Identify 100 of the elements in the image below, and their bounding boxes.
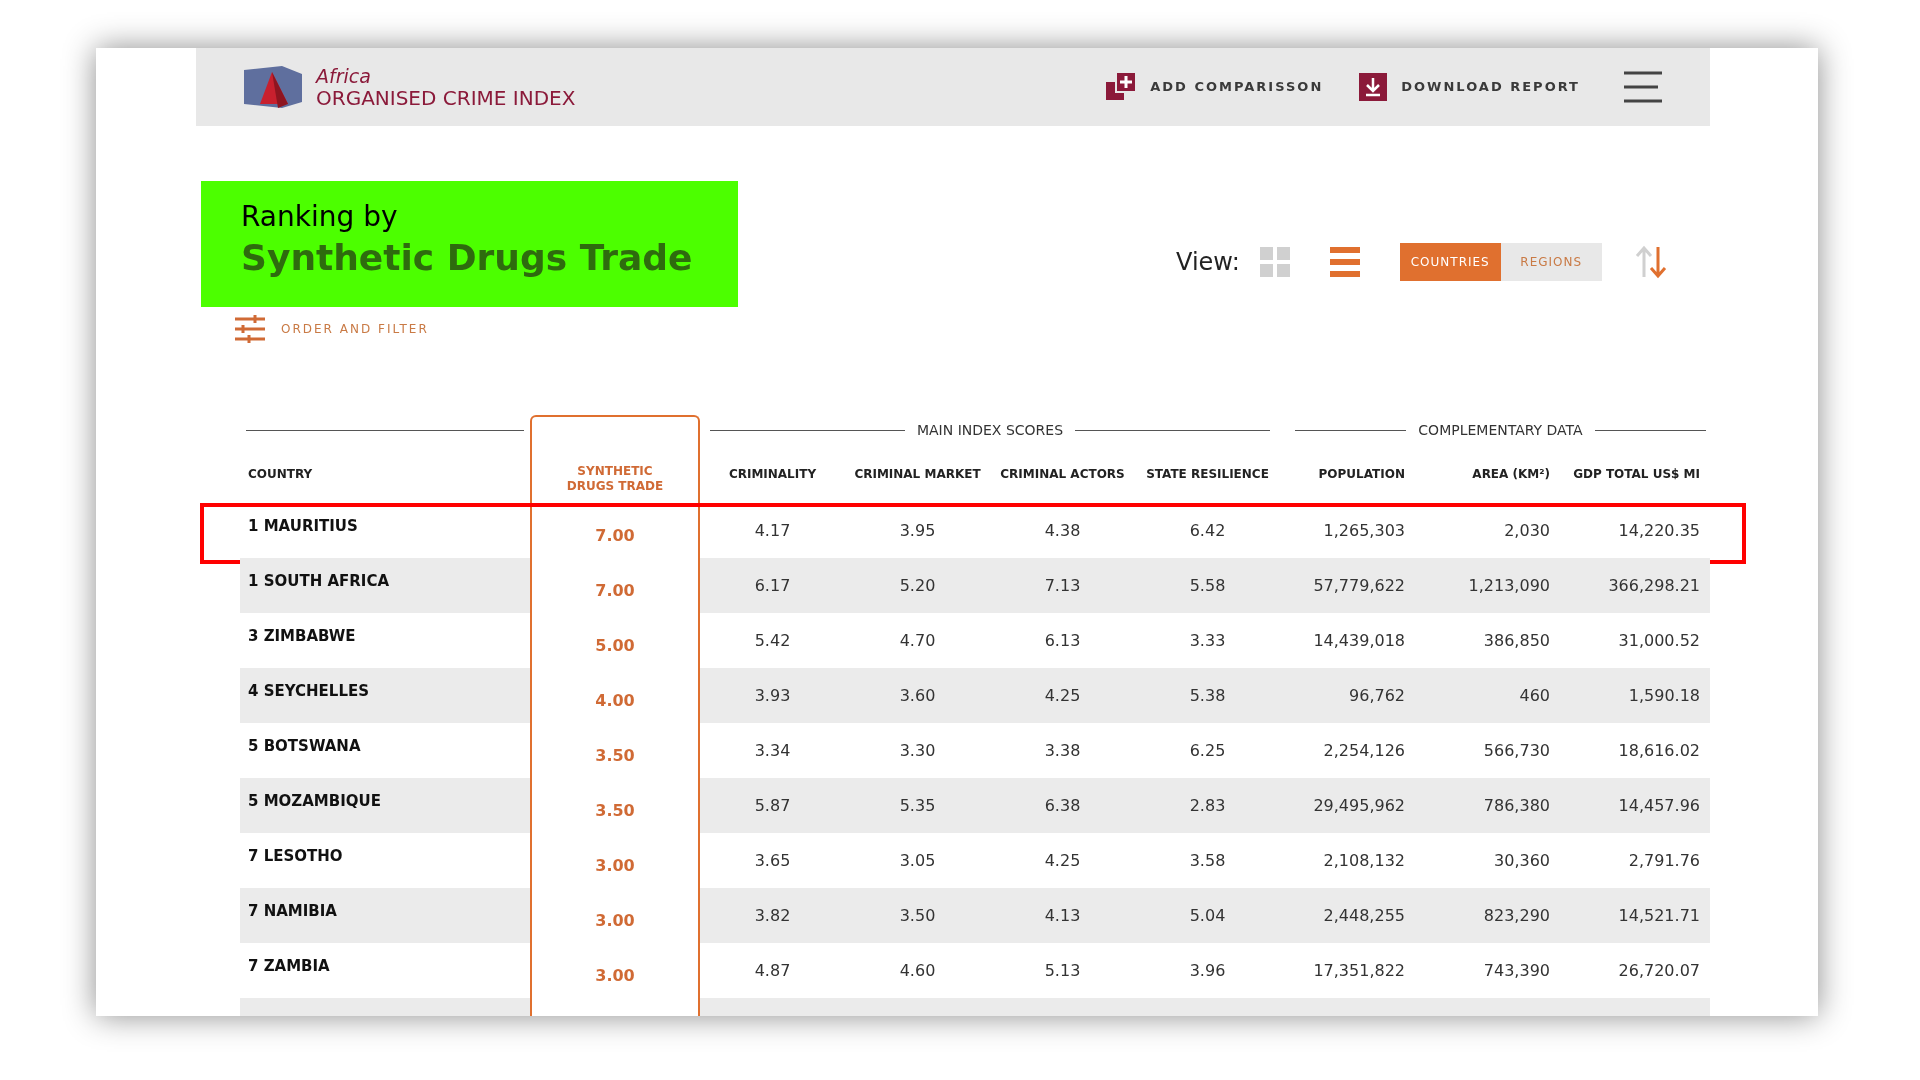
- table-cell-text: 5.38: [1189, 684, 1226, 707]
- table-cell-text: 3.33: [1189, 629, 1226, 652]
- table-cell-text: 6.38: [1044, 794, 1081, 817]
- table-cell-text: 566,730: [1483, 739, 1550, 762]
- table-cell-text: 17,351,822: [1313, 959, 1405, 982]
- download-icon: [1359, 73, 1388, 101]
- column-header[interactable]: GDP TOTAL US$ MI: [1573, 466, 1700, 482]
- column-header[interactable]: POPULATION: [1318, 466, 1405, 482]
- score-value: 3.50: [595, 799, 635, 822]
- table-cell-text: 14,457.96: [1618, 794, 1700, 817]
- country-name: 7 NAMIBIA: [248, 901, 337, 922]
- menu-icon[interactable]: [1624, 71, 1664, 103]
- column-header[interactable]: SYNTHETIC DRUGS TRADE: [555, 464, 675, 494]
- table-cell-text: 386,850: [1483, 629, 1550, 652]
- title-caption: Ranking by: [241, 199, 399, 234]
- logo-icon: [242, 64, 304, 110]
- add-icon: [1106, 72, 1137, 102]
- logo-subtitle: Africa: [316, 66, 372, 86]
- table-cell-text: 786,380: [1483, 794, 1550, 817]
- table-cell-text: 5.35: [899, 794, 936, 817]
- table-cell-text: 2,108,132: [1323, 849, 1405, 872]
- score-value: 7.00: [595, 579, 635, 602]
- table-cell-text: 3.60: [899, 684, 936, 707]
- column-header[interactable]: AREA (KM²): [1472, 466, 1550, 482]
- column-header[interactable]: COUNTRY: [248, 466, 313, 482]
- table-cell-text: 7.13: [1044, 574, 1081, 597]
- table-cell-text: 5.87: [754, 794, 791, 817]
- table-cell-text: 18,616.02: [1618, 739, 1700, 762]
- table-cell-text: 1,265,303: [1323, 519, 1405, 542]
- add-comparison-button[interactable]: ADD COMPARISSON: [1106, 72, 1324, 102]
- table-cell-text: 4.70: [899, 629, 936, 652]
- score-value: 5.00: [595, 634, 635, 657]
- table-cell-text: 3.38: [1044, 739, 1081, 762]
- table-cell-text: 3.34: [754, 739, 791, 762]
- country-name: 3 ZIMBABWE: [248, 626, 356, 647]
- country-name: 1 SOUTH AFRICA: [248, 571, 389, 592]
- score-value: 3.50: [595, 744, 635, 767]
- score-value: 3.00: [595, 854, 635, 877]
- country-name: 7 LESOTHO: [248, 846, 343, 867]
- table-cell-text: 5.20: [899, 574, 936, 597]
- score-value: 3.00: [595, 909, 635, 932]
- table-cell-text: 3.65: [754, 849, 791, 872]
- table-cell-text: 2,791.76: [1628, 849, 1700, 872]
- column-group-header: COMPLEMENTARY DATA: [1418, 420, 1583, 440]
- table-cell-text: 3.93: [754, 684, 791, 707]
- table-cell-text: 4.17: [754, 519, 791, 542]
- table-cell-text: 1,213,090: [1468, 574, 1550, 597]
- table-cell-text: 5.42: [754, 629, 791, 652]
- table-cell-text: 4.60: [899, 959, 936, 982]
- table-cell-text: 57,779,622: [1313, 574, 1405, 597]
- table-cell-text: 26,720.07: [1618, 959, 1700, 982]
- table-cell-text: 4.38: [1044, 519, 1081, 542]
- table-cell-text: 743,390: [1483, 959, 1550, 982]
- table-cell-text: 2.83: [1189, 794, 1226, 817]
- page-title: Synthetic Drugs Trade: [241, 236, 693, 280]
- table-cell-text: 5.04: [1189, 904, 1226, 927]
- sort-icon[interactable]: [1633, 245, 1668, 279]
- table-cell-text: 5.58: [1189, 574, 1226, 597]
- table-cell-text: 2,254,126: [1323, 739, 1405, 762]
- table-cell-text: 4.13: [1044, 904, 1081, 927]
- country-name: 7 ZAMBIA: [248, 956, 330, 977]
- table-cell-text: 6.42: [1189, 519, 1226, 542]
- table-cell-text: 366,298.21: [1608, 574, 1700, 597]
- filter-icon: [235, 315, 265, 343]
- table-cell-text: 5.13: [1044, 959, 1081, 982]
- column-header[interactable]: CRIMINALITY: [728, 466, 817, 482]
- table-cell-text: 14,439,018: [1313, 629, 1405, 652]
- table-cell-text: 14,220.35: [1618, 519, 1700, 542]
- table-cell-text: 2,448,255: [1323, 904, 1405, 927]
- table-cell-text: 96,762: [1349, 684, 1405, 707]
- table-cell-text: 2,030: [1504, 519, 1550, 542]
- table-cell-text: 460: [1519, 684, 1550, 707]
- table-cell-text: 4.25: [1044, 849, 1081, 872]
- table-cell-text: 29,495,962: [1313, 794, 1405, 817]
- score-value: 4.00: [595, 689, 635, 712]
- table-cell-text: 31,000.52: [1618, 629, 1700, 652]
- column-header[interactable]: STATE RESILIENCE: [1146, 466, 1269, 482]
- table-cell-text: 30,360: [1494, 849, 1550, 872]
- column-header[interactable]: CRIMINAL ACTORS: [1000, 466, 1125, 482]
- score-value: 3.00: [595, 964, 635, 987]
- table-cell-text: 3.50: [899, 904, 936, 927]
- table-cell-text: 823,290: [1483, 904, 1550, 927]
- table-cell-text: 6.25: [1189, 739, 1226, 762]
- country-name: 5 BOTSWANA: [248, 736, 361, 757]
- view-label: View:: [1176, 247, 1240, 278]
- table-cell-text: 4.87: [754, 959, 791, 982]
- country-name: 1 MAURITIUS: [248, 516, 358, 537]
- table-cell-text: 14,521.71: [1618, 904, 1700, 927]
- column-header[interactable]: CRIMINAL MARKET: [854, 466, 981, 482]
- list-view-icon[interactable]: [1329, 247, 1360, 277]
- download-report-button[interactable]: DOWNLOAD REPORT: [1359, 73, 1580, 101]
- table-cell-text: 6.17: [754, 574, 791, 597]
- table-cell-text: 1,590.18: [1628, 684, 1700, 707]
- table-cell-text: 3.30: [899, 739, 936, 762]
- table-cell-text: 3.05: [899, 849, 936, 872]
- table-cell-text: 3.58: [1189, 849, 1226, 872]
- country-name: 4 SEYCHELLES: [248, 681, 369, 702]
- table-cell-text: 3.96: [1189, 959, 1226, 982]
- table-cell-text: 4.25: [1044, 684, 1081, 707]
- country-name: 5 MOZAMBIQUE: [248, 791, 381, 812]
